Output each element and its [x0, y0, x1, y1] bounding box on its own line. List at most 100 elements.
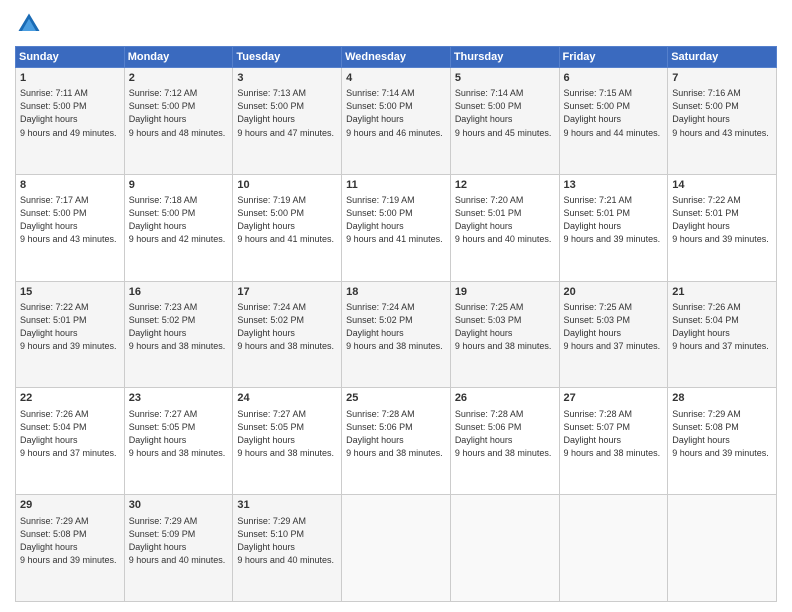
- day-number: 29: [20, 498, 120, 513]
- logo-icon: [15, 10, 43, 38]
- calendar-day: 12 Sunrise: 7:20 AMSunset: 5:01 PMDayligh…: [450, 174, 559, 281]
- day-info: Sunrise: 7:24 AMSunset: 5:02 PMDaylight …: [237, 302, 334, 351]
- logo: [15, 10, 47, 38]
- day-number: 30: [129, 498, 229, 513]
- day-info: Sunrise: 7:25 AMSunset: 5:03 PMDaylight …: [564, 302, 661, 351]
- calendar-day: 27 Sunrise: 7:28 AMSunset: 5:07 PMDayligh…: [559, 388, 668, 495]
- weekday-header: Thursday: [450, 47, 559, 68]
- calendar-day: 14 Sunrise: 7:22 AMSunset: 5:01 PMDayligh…: [668, 174, 777, 281]
- day-number: 21: [672, 285, 772, 300]
- day-number: 13: [564, 178, 664, 193]
- day-number: 9: [129, 178, 229, 193]
- calendar-day: 1 Sunrise: 7:11 AMSunset: 5:00 PMDaylight…: [16, 68, 125, 175]
- calendar-week: 8 Sunrise: 7:17 AMSunset: 5:00 PMDaylight…: [16, 174, 777, 281]
- calendar-day: 18 Sunrise: 7:24 AMSunset: 5:02 PMDayligh…: [342, 281, 451, 388]
- day-info: Sunrise: 7:27 AMSunset: 5:05 PMDaylight …: [129, 409, 226, 458]
- day-info: Sunrise: 7:18 AMSunset: 5:00 PMDaylight …: [129, 195, 226, 244]
- day-number: 2: [129, 71, 229, 86]
- day-number: 4: [346, 71, 446, 86]
- weekday-header: Tuesday: [233, 47, 342, 68]
- day-number: 27: [564, 391, 664, 406]
- day-number: 3: [237, 71, 337, 86]
- calendar-week: 22 Sunrise: 7:26 AMSunset: 5:04 PMDayligh…: [16, 388, 777, 495]
- day-number: 8: [20, 178, 120, 193]
- calendar-day: 10 Sunrise: 7:19 AMSunset: 5:00 PMDayligh…: [233, 174, 342, 281]
- calendar-day: 19 Sunrise: 7:25 AMSunset: 5:03 PMDayligh…: [450, 281, 559, 388]
- day-number: 31: [237, 498, 337, 513]
- day-info: Sunrise: 7:29 AMSunset: 5:09 PMDaylight …: [129, 516, 226, 565]
- day-info: Sunrise: 7:22 AMSunset: 5:01 PMDaylight …: [672, 195, 769, 244]
- calendar-day: 25Sunrise: 7:28 AMSunset: 5:06 PMDayligh…: [342, 388, 451, 495]
- weekday-header: Friday: [559, 47, 668, 68]
- day-number: 25: [346, 391, 446, 406]
- calendar-day: 8 Sunrise: 7:17 AMSunset: 5:00 PMDaylight…: [16, 174, 125, 281]
- calendar-table: SundayMondayTuesdayWednesdayThursdayFrid…: [15, 46, 777, 602]
- weekday-header: Monday: [124, 47, 233, 68]
- calendar-day: 4 Sunrise: 7:14 AMSunset: 5:00 PMDaylight…: [342, 68, 451, 175]
- day-number: 16: [129, 285, 229, 300]
- day-number: 12: [455, 178, 555, 193]
- day-info: Sunrise: 7:28 AMSunset: 5:06 PMDaylight …: [455, 409, 552, 458]
- day-info: Sunrise: 7:14 AMSunset: 5:00 PMDaylight …: [455, 88, 552, 137]
- calendar-day: 29 Sunrise: 7:29 AMSunset: 5:08 PMDayligh…: [16, 495, 125, 602]
- day-info: Sunrise: 7:19 AMSunset: 5:00 PMDaylight …: [237, 195, 334, 244]
- day-info: Sunrise: 7:26 AMSunset: 5:04 PMDaylight …: [20, 409, 117, 458]
- weekday-header: Sunday: [16, 47, 125, 68]
- calendar-day: 17 Sunrise: 7:24 AMSunset: 5:02 PMDayligh…: [233, 281, 342, 388]
- day-number: 24: [237, 391, 337, 406]
- calendar-week: 15Sunrise: 7:22 AMSunset: 5:01 PMDayligh…: [16, 281, 777, 388]
- day-number: 23: [129, 391, 229, 406]
- calendar-day: 23 Sunrise: 7:27 AMSunset: 5:05 PMDayligh…: [124, 388, 233, 495]
- calendar-day: 26 Sunrise: 7:28 AMSunset: 5:06 PMDayligh…: [450, 388, 559, 495]
- day-number: 1: [20, 71, 120, 86]
- day-info: Sunrise: 7:22 AMSunset: 5:01 PMDaylight …: [20, 302, 117, 351]
- day-number: 26: [455, 391, 555, 406]
- calendar-day: 30 Sunrise: 7:29 AMSunset: 5:09 PMDayligh…: [124, 495, 233, 602]
- day-number: 6: [564, 71, 664, 86]
- calendar-day: 13Sunrise: 7:21 AMSunset: 5:01 PMDayligh…: [559, 174, 668, 281]
- day-info: Sunrise: 7:29 AMSunset: 5:08 PMDaylight …: [20, 516, 117, 565]
- day-number: 28: [672, 391, 772, 406]
- day-info: Sunrise: 7:15 AMSunset: 5:00 PMDaylight …: [564, 88, 661, 137]
- calendar-day: [559, 495, 668, 602]
- calendar-day: [450, 495, 559, 602]
- day-info: Sunrise: 7:23 AMSunset: 5:02 PMDaylight …: [129, 302, 226, 351]
- day-number: 18: [346, 285, 446, 300]
- day-info: Sunrise: 7:17 AMSunset: 5:00 PMDaylight …: [20, 195, 117, 244]
- calendar-day: 15Sunrise: 7:22 AMSunset: 5:01 PMDayligh…: [16, 281, 125, 388]
- weekday-header: Saturday: [668, 47, 777, 68]
- day-info: Sunrise: 7:26 AMSunset: 5:04 PMDaylight …: [672, 302, 769, 351]
- calendar-day: 9 Sunrise: 7:18 AMSunset: 5:00 PMDaylight…: [124, 174, 233, 281]
- day-info: Sunrise: 7:27 AMSunset: 5:05 PMDaylight …: [237, 409, 334, 458]
- day-number: 17: [237, 285, 337, 300]
- day-number: 10: [237, 178, 337, 193]
- day-info: Sunrise: 7:28 AMSunset: 5:07 PMDaylight …: [564, 409, 661, 458]
- calendar-day: 31Sunrise: 7:29 AMSunset: 5:10 PMDayligh…: [233, 495, 342, 602]
- day-number: 22: [20, 391, 120, 406]
- calendar-day: 3 Sunrise: 7:13 AMSunset: 5:00 PMDaylight…: [233, 68, 342, 175]
- day-info: Sunrise: 7:14 AMSunset: 5:00 PMDaylight …: [346, 88, 443, 137]
- header: [15, 10, 777, 38]
- calendar-day: [668, 495, 777, 602]
- calendar-day: 2 Sunrise: 7:12 AMSunset: 5:00 PMDaylight…: [124, 68, 233, 175]
- day-number: 20: [564, 285, 664, 300]
- calendar-day: 11Sunrise: 7:19 AMSunset: 5:00 PMDayligh…: [342, 174, 451, 281]
- day-info: Sunrise: 7:13 AMSunset: 5:00 PMDaylight …: [237, 88, 334, 137]
- day-info: Sunrise: 7:29 AMSunset: 5:08 PMDaylight …: [672, 409, 769, 458]
- day-number: 14: [672, 178, 772, 193]
- calendar-day: [342, 495, 451, 602]
- day-info: Sunrise: 7:25 AMSunset: 5:03 PMDaylight …: [455, 302, 552, 351]
- calendar-week: 1 Sunrise: 7:11 AMSunset: 5:00 PMDaylight…: [16, 68, 777, 175]
- day-info: Sunrise: 7:11 AMSunset: 5:00 PMDaylight …: [20, 88, 117, 137]
- day-info: Sunrise: 7:20 AMSunset: 5:01 PMDaylight …: [455, 195, 552, 244]
- weekday-header: Wednesday: [342, 47, 451, 68]
- day-number: 19: [455, 285, 555, 300]
- day-number: 5: [455, 71, 555, 86]
- calendar-day: 20 Sunrise: 7:25 AMSunset: 5:03 PMDayligh…: [559, 281, 668, 388]
- day-info: Sunrise: 7:24 AMSunset: 5:02 PMDaylight …: [346, 302, 443, 351]
- day-info: Sunrise: 7:12 AMSunset: 5:00 PMDaylight …: [129, 88, 226, 137]
- day-info: Sunrise: 7:19 AMSunset: 5:00 PMDaylight …: [346, 195, 443, 244]
- calendar-week: 29 Sunrise: 7:29 AMSunset: 5:08 PMDayligh…: [16, 495, 777, 602]
- calendar-day: 5 Sunrise: 7:14 AMSunset: 5:00 PMDaylight…: [450, 68, 559, 175]
- calendar-day: 24 Sunrise: 7:27 AMSunset: 5:05 PMDayligh…: [233, 388, 342, 495]
